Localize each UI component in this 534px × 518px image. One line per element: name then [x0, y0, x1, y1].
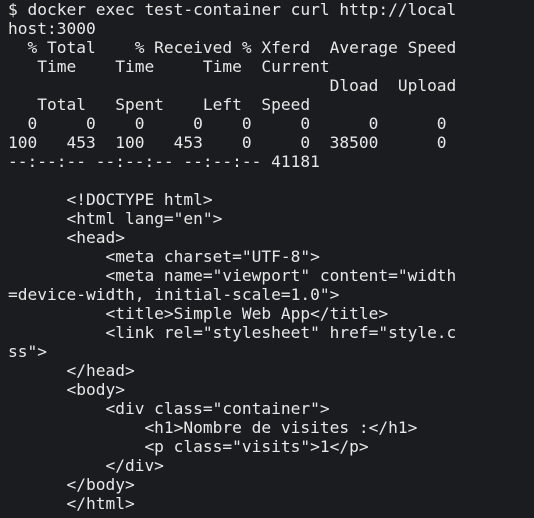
curl-progress-header-1: % Total % Received % Xferd Average Speed [8, 38, 457, 57]
output-head-close-line: </head> [8, 361, 135, 380]
curl-progress-header-4: Total Spent Left Speed [8, 95, 311, 114]
curl-progress-header-2: Time Time Time Current [8, 57, 330, 76]
output-link-wrap-line: ss"> [8, 342, 47, 361]
curl-progress-row-2: 100 453 100 453 0 0 38500 0 [8, 133, 447, 152]
output-title-line: <title>Simple Web App</title> [8, 304, 389, 323]
output-div-close-line: </div> [8, 456, 164, 475]
curl-progress-row-1: 0 0 0 0 0 0 0 0 [8, 114, 447, 133]
output-p-visits-line: <p class="visits">1</p> [8, 437, 369, 456]
output-html-open-line: <html lang="en"> [8, 209, 223, 228]
output-doctype-line: <!DOCTYPE html> [8, 190, 213, 209]
command-prompt-line: $ docker exec test-container curl http:/… [8, 0, 457, 19]
output-head-open-line: <head> [8, 228, 125, 247]
output-html-close-line: </html> [8, 494, 135, 513]
output-meta-viewport-wrap-line: =device-width, initial-scale=1.0"> [8, 285, 340, 304]
curl-progress-row-3: --:--:-- --:--:-- --:--:-- 41181 [8, 152, 320, 171]
command-continuation-line: host:3000 [8, 19, 96, 38]
terminal-window[interactable]: $ docker exec test-container curl http:/… [0, 0, 534, 518]
output-body-open-line: <body> [8, 380, 125, 399]
output-body-close-line: </body> [8, 475, 135, 494]
curl-progress-header-3: Dload Upload [8, 76, 457, 95]
output-meta-viewport-line: <meta name="viewport" content="width [8, 266, 457, 285]
output-link-line: <link rel="stylesheet" href="style.c [8, 323, 457, 342]
output-meta-charset-line: <meta charset="UTF-8"> [8, 247, 320, 266]
output-div-open-line: <div class="container"> [8, 399, 330, 418]
output-h1-line: <h1>Nombre de visites :</h1> [8, 418, 418, 437]
